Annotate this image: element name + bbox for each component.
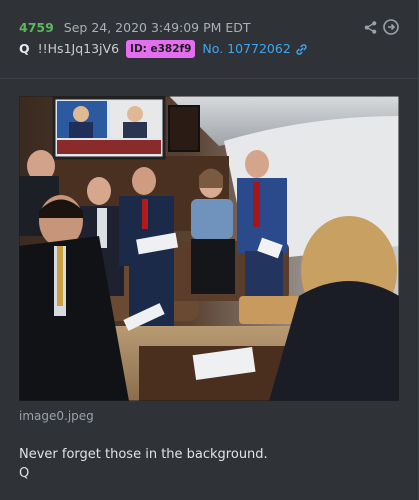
link-icon[interactable] (295, 43, 308, 56)
message-line: Never forget those in the background. (19, 447, 268, 462)
tripcode: !!Hs1Jq13jV6 (37, 41, 120, 56)
post-number[interactable]: 4759 (19, 20, 54, 35)
post-meta-row: Q !!Hs1Jq13jV6 ID: e382f9 No. 10772062 (19, 40, 308, 58)
post-header: 4759 Sep 24, 2020 3:49:09 PM EDT (19, 20, 251, 36)
post-image[interactable] (19, 96, 399, 401)
airplane-cabin-photo (19, 96, 399, 401)
header-divider (0, 78, 419, 79)
id-badge[interactable]: ID: e382f9 (126, 40, 196, 58)
post-number-link[interactable]: No. 10772062 (202, 41, 290, 57)
post-date: Sep 24, 2020 3:49:09 PM EDT (63, 20, 251, 35)
author-name: Q (19, 41, 30, 56)
message-signature: Q (19, 466, 30, 481)
image-filename[interactable]: image0.jpeg (19, 409, 94, 423)
post-message: Never forget those in the background. Q (19, 445, 268, 483)
arrow-right-circle-icon[interactable] (383, 19, 399, 35)
post-card: 4759 Sep 24, 2020 3:49:09 PM EDT Q !!Hs1… (0, 0, 419, 500)
share-icon[interactable] (363, 20, 378, 35)
